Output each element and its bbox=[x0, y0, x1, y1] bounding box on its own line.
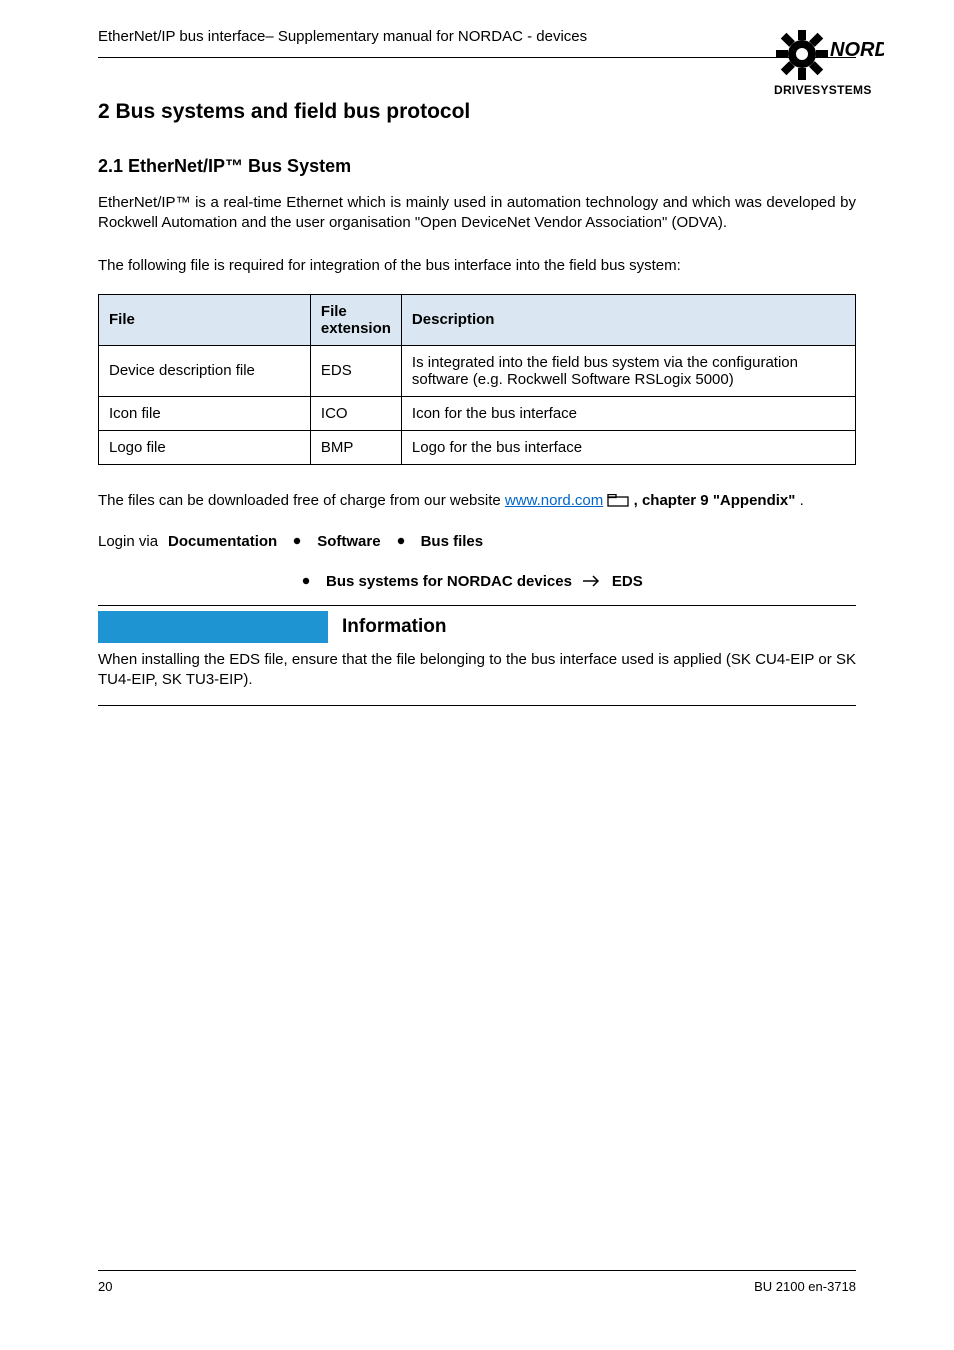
bullet-icon bbox=[296, 571, 316, 591]
website-link[interactable]: www.nord.com bbox=[505, 492, 603, 509]
cell-desc: Icon for the bus interface bbox=[401, 396, 855, 430]
table-header-row: File File extension Description bbox=[99, 294, 856, 345]
paragraph-2: The following file is required for integ… bbox=[98, 256, 856, 276]
bullet-icon bbox=[391, 531, 411, 551]
page-number: 20 bbox=[98, 1279, 112, 1294]
cell-ext: ICO bbox=[310, 396, 401, 430]
cell-desc: Logo for the bus interface bbox=[401, 430, 855, 464]
folder-icon bbox=[607, 494, 629, 507]
info-label: Information bbox=[342, 616, 447, 638]
cell-ext: EDS bbox=[310, 345, 401, 396]
paragraph-3-c: . bbox=[800, 492, 804, 509]
login-step-3[interactable]: Bus files bbox=[421, 533, 484, 550]
table-row: Icon file ICO Icon for the bus interface bbox=[99, 396, 856, 430]
cell-ext: BMP bbox=[310, 430, 401, 464]
file-table: File File extension Description Device d… bbox=[98, 294, 856, 465]
logo-top-text: NORD bbox=[830, 39, 884, 61]
header-divider bbox=[98, 57, 856, 58]
brand-logo: NORD DRIVESYSTEMS bbox=[772, 30, 884, 107]
section-subheading-text: EtherNet/IP™ Bus System bbox=[128, 156, 351, 176]
bullet-icon bbox=[287, 531, 307, 551]
col-header-desc: Description bbox=[401, 294, 855, 345]
paragraph-1: EtherNet/IP™ is a real-time Ethernet whi… bbox=[98, 193, 856, 234]
login-step-4[interactable]: Bus systems for NORDAC devices bbox=[326, 573, 572, 590]
cell-file: Logo file bbox=[99, 430, 311, 464]
page-header-title-part1: EtherNet/IP bus interface bbox=[98, 28, 265, 45]
page-header-title-part2: – Supplementary manual for NORDAC - devi… bbox=[265, 28, 587, 45]
cell-file: Device description file bbox=[99, 345, 311, 396]
login-eds[interactable]: EDS bbox=[612, 573, 643, 590]
appendix-reference[interactable]: , chapter 9 "Appendix" bbox=[607, 492, 799, 509]
col-header-file: File bbox=[99, 294, 311, 345]
info-body: When installing the EDS file, ensure tha… bbox=[98, 648, 856, 705]
arrow-right-icon bbox=[582, 574, 602, 588]
page-footer: 20 BU 2100 en-3718 bbox=[98, 1270, 856, 1294]
appendix-ref-text: , chapter 9 "Appendix" bbox=[634, 492, 796, 509]
doc-code: BU 2100 en-3718 bbox=[754, 1279, 856, 1294]
section-subheading-prefix: 2.1 bbox=[98, 156, 128, 176]
cell-file: Icon file bbox=[99, 396, 311, 430]
table-row: Device description file EDS Is integrate… bbox=[99, 345, 856, 396]
col-header-ext: File extension bbox=[310, 294, 401, 345]
footer-divider bbox=[98, 1270, 856, 1271]
login-prefix: Login via bbox=[98, 533, 158, 550]
information-box: Information When installing the EDS file… bbox=[98, 605, 856, 706]
login-step-2[interactable]: Software bbox=[317, 533, 380, 550]
paragraph-3-a: The files can be downloaded free of char… bbox=[98, 492, 505, 509]
logo-bottom-text: DRIVESYSTEMS bbox=[774, 83, 872, 97]
login-procedure-line: Login via Documentation Software Bus fil… bbox=[98, 531, 856, 591]
login-step-1[interactable]: Documentation bbox=[168, 533, 277, 550]
section-heading: 2 Bus systems and field bus protocol bbox=[98, 100, 856, 124]
info-color-tab bbox=[98, 611, 328, 643]
cell-desc: Is integrated into the field bus system … bbox=[401, 345, 855, 396]
table-row: Logo file BMP Logo for the bus interface bbox=[99, 430, 856, 464]
